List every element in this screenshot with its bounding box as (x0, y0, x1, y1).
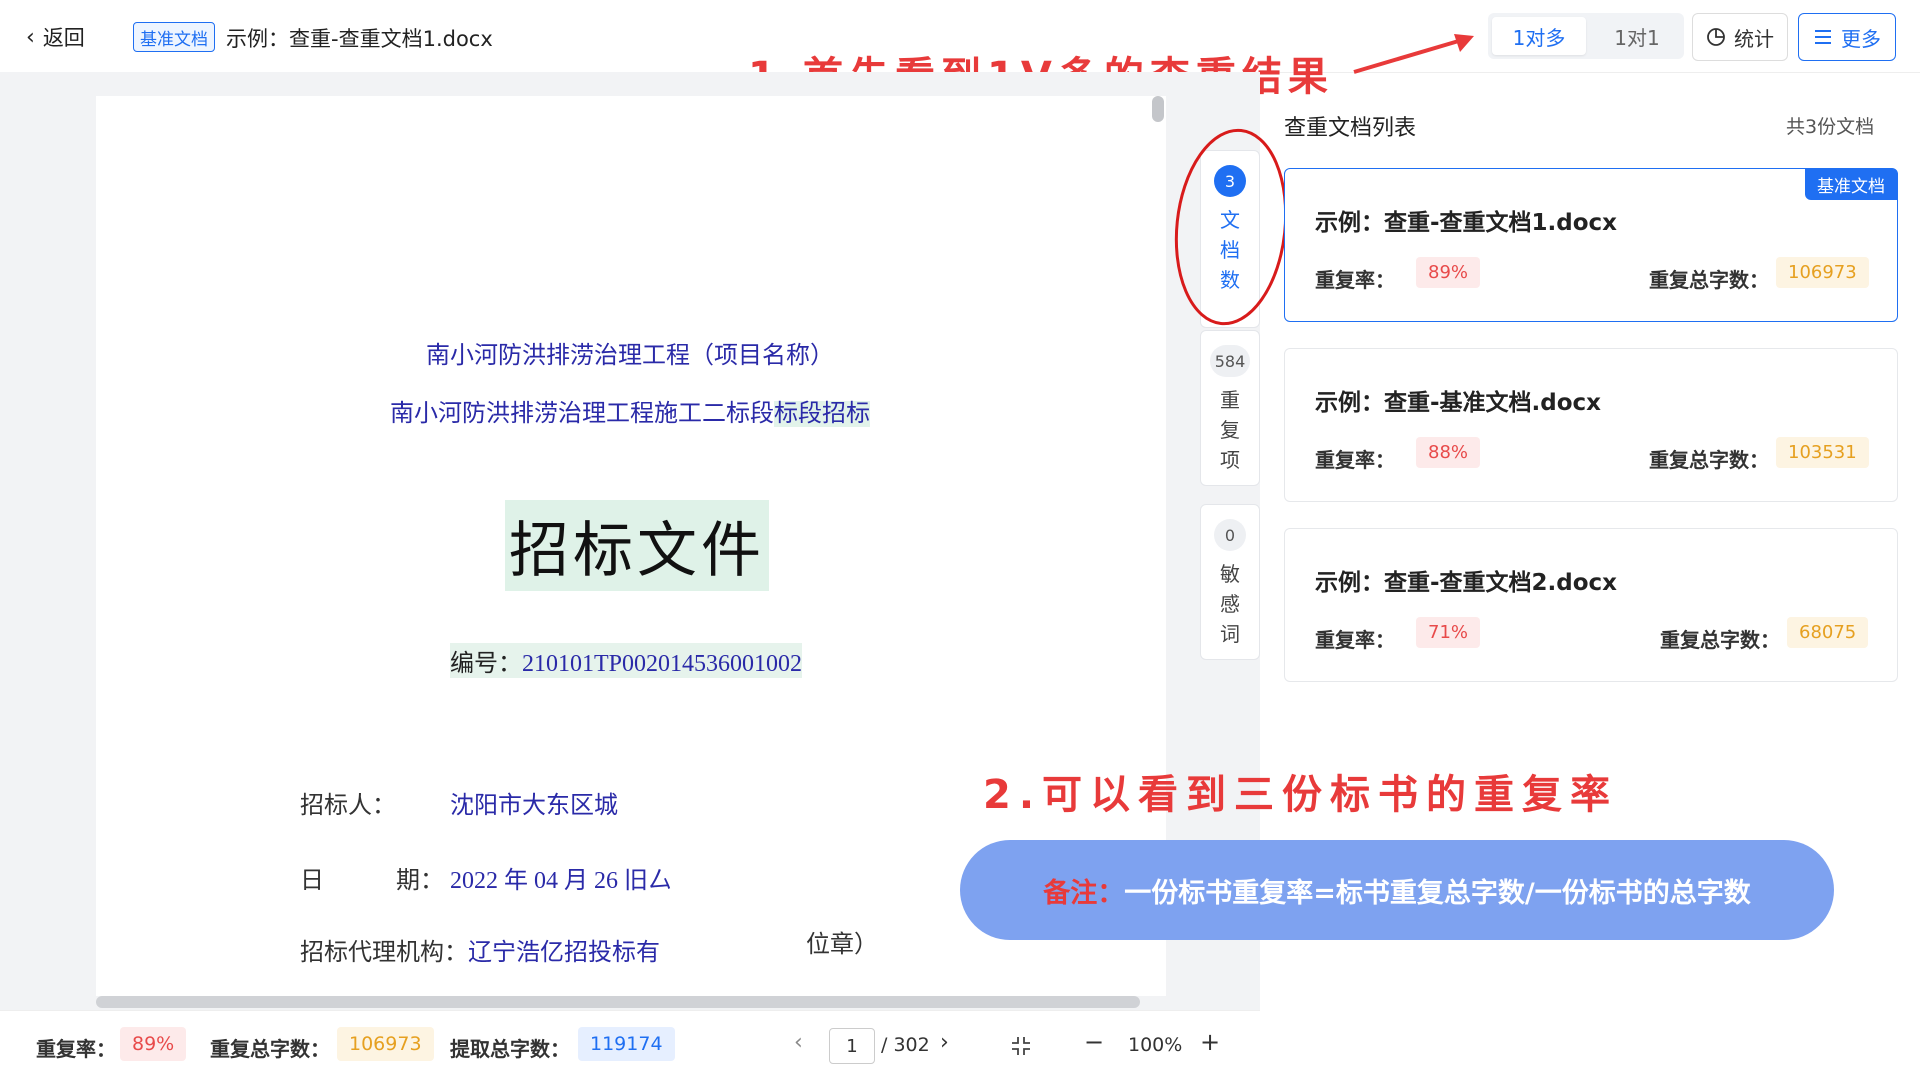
doc-card-name: 示例：查重-查重文档1.docx (1315, 210, 1618, 236)
tab-char: 敏 (1220, 562, 1240, 586)
date-label-a: 日 (300, 868, 324, 894)
number-label: 编号： (450, 651, 522, 677)
tab-char: 项 (1220, 448, 1240, 472)
more-label: 更多 (1841, 26, 1881, 51)
duplicate-list-title: 查重文档列表 (1284, 116, 1417, 141)
prev-page-icon[interactable]: ‹ (794, 1030, 803, 1055)
agency-row: 招标代理机构：辽宁浩亿招投标有 (300, 932, 660, 967)
agency-label: 招标代理机构： (300, 940, 468, 966)
next-page-icon[interactable]: › (940, 1030, 949, 1055)
total-label: 重复总字数： (1649, 448, 1769, 472)
tab-char: 词 (1220, 622, 1240, 646)
annotation-circle-icon (1174, 128, 1288, 326)
seal-text: 位章） (806, 932, 878, 958)
stats-button[interactable]: 统计 (1692, 13, 1788, 61)
total-value: 106973 (1776, 257, 1869, 288)
doc-card[interactable]: 基准文档 示例：查重-查重文档1.docx 重复率： 89% 重复总字数： 10… (1284, 168, 1898, 322)
tenderer-value: 沈阳市大东区城 (450, 793, 618, 819)
agency-value: 辽宁浩亿招投标有 (468, 940, 660, 966)
total-label: 重复总字数： (1649, 268, 1769, 292)
doc-card[interactable]: 示例：查重-查重文档2.docx 重复率： 71% 重复总字数： 68075 (1284, 528, 1898, 682)
rate-value: 88% (1416, 437, 1481, 468)
chevron-left-icon: ‹ (26, 24, 35, 50)
back-button[interactable]: ‹ 返回 (26, 22, 85, 52)
duplicate-count-badge: 584 (1210, 345, 1250, 377)
footer-dup-value: 106973 (337, 1027, 434, 1061)
tab-one-to-many[interactable]: 1对多 (1492, 17, 1586, 55)
rate-label: 重复率： (1315, 268, 1395, 292)
document-heading: 招标文件 (505, 500, 769, 591)
rate-label: 重复率： (1315, 628, 1395, 652)
rate-label: 重复率： (1315, 448, 1395, 472)
page-input[interactable] (829, 1028, 875, 1064)
date-value-row: 2022 年 04 月 26 旧厶 (450, 860, 672, 895)
doc-card-name: 示例：查重-查重文档2.docx (1315, 570, 1618, 596)
pie-chart-icon (1707, 28, 1725, 46)
footer-extract-value: 119174 (578, 1027, 675, 1061)
back-label: 返回 (42, 26, 85, 50)
menu-icon (1815, 30, 1831, 44)
page-total: / 302 (881, 1034, 930, 1056)
project-name-line: 南小河防洪排涝治理工程（项目名称） (426, 343, 834, 369)
tenderer-row: 招标人： (300, 785, 396, 820)
zoom-out-icon[interactable]: − (1084, 1028, 1104, 1056)
total-value: 103531 (1776, 437, 1869, 468)
document-total-count: 共3份文档 (1786, 116, 1875, 138)
zoom-in-icon[interactable]: + (1200, 1028, 1220, 1056)
number-value: 210101TP002014536001002 (522, 651, 803, 677)
footer-dup-label: 重复总字数： (210, 1037, 330, 1061)
doc-card[interactable]: 示例：查重-基准文档.docx 重复率： 88% 重复总字数： 103531 (1284, 348, 1898, 502)
document-number: 编号：210101TP002014536001002 (450, 643, 803, 678)
formula-note: 备注： 一份标书重复率=标书重复总字数/一份标书的总字数 (960, 840, 1834, 940)
tab-duplicate-items[interactable]: 584 重 复 项 (1200, 330, 1260, 486)
base-doc-corner-badge: 基准文档 (1805, 169, 1897, 200)
tab-one-to-one[interactable]: 1对1 (1590, 13, 1684, 59)
tenderer-value-row: 沈阳市大东区城 (450, 785, 618, 820)
rate-value: 89% (1416, 257, 1481, 288)
mode-switch: 1对多 1对1 (1488, 13, 1684, 59)
tab-char: 重 (1220, 388, 1240, 412)
tab-char: 复 (1220, 418, 1240, 442)
footer-rate-label: 重复率： (36, 1037, 116, 1061)
annotation-arrow-icon (1353, 34, 1474, 74)
doc-card-name: 示例：查重-基准文档.docx (1315, 390, 1602, 416)
fit-screen-icon[interactable] (1010, 1035, 1032, 1057)
note-text: 一份标书重复率=标书重复总字数/一份标书的总字数 (1124, 877, 1751, 909)
tab-char: 感 (1220, 592, 1240, 616)
footer-rate-value: 89% (120, 1027, 187, 1061)
base-document-tag: 基准文档 (133, 22, 215, 52)
zoom-level: 100% (1128, 1034, 1183, 1056)
section-name-line: 南小河防洪排涝治理工程施工二标段标段招标 (0, 393, 1260, 428)
tab-sensitive-words[interactable]: 0 敏 感 词 (1200, 504, 1260, 660)
stats-label: 统计 (1734, 26, 1774, 51)
date-label-b: 期： (396, 868, 444, 894)
tenderer-label: 招标人： (300, 793, 396, 819)
section-name-highlight: 标段招标 (774, 401, 870, 427)
footer-extract-label: 提取总字数： (450, 1037, 570, 1061)
date-value: 2022 年 04 月 26 旧厶 (450, 868, 672, 894)
more-button[interactable]: 更多 (1798, 13, 1896, 61)
total-label: 重复总字数： (1660, 628, 1780, 652)
horizontal-scrollbar[interactable] (96, 996, 1140, 1008)
section-name-text: 南小河防洪排涝治理工程施工二标段 (390, 401, 774, 427)
annotation-step2: 2.可以看到三份标书的重复率 (983, 772, 1619, 818)
vertical-scrollbar[interactable] (1152, 96, 1164, 122)
note-label: 备注： (1043, 877, 1125, 909)
document-title: 示例：查重-查重文档1.docx (226, 27, 493, 51)
sensitive-count-badge: 0 (1214, 519, 1246, 551)
total-value: 68075 (1787, 617, 1869, 648)
rate-value: 71% (1416, 617, 1481, 648)
